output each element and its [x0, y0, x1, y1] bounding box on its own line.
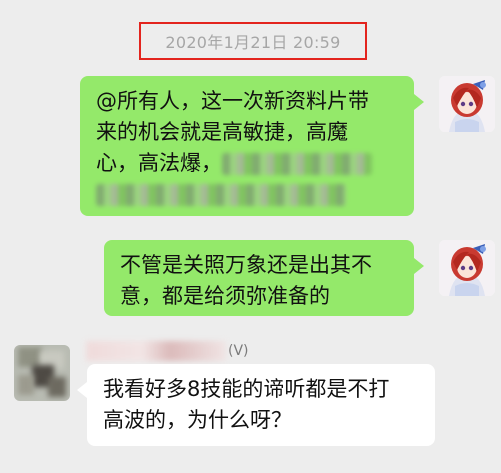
other-avatar[interactable] [14, 345, 70, 401]
message-line: @所有人，这一次新资料片带 [96, 89, 369, 113]
anime-avatar-icon [439, 240, 495, 296]
redacted-sender-name [86, 341, 226, 361]
message-line-text: 心，高法爆， [96, 151, 222, 175]
redacted-line [96, 179, 398, 210]
self-avatar-1[interactable] [439, 76, 495, 132]
message-line: 心，高法爆， [96, 148, 398, 179]
anime-avatar-icon [439, 76, 495, 132]
self-avatar-2[interactable] [439, 240, 495, 296]
message-line: 来的机会就是高敏捷，高魔 [96, 120, 348, 144]
message-bubble-2[interactable]: 不管是关照万象还是出其不 意，都是给须弥准备的 [104, 240, 414, 316]
message-bubble-1[interactable]: @所有人，这一次新资料片带 来的机会就是高敏捷，高魔 心，高法爆， [80, 76, 414, 216]
message-line: 意，都是给须弥准备的 [120, 284, 330, 308]
message-line: 高波的，为什么呀？ [103, 408, 292, 432]
timestamp: 2020年1月21日 20:59 [165, 33, 341, 52]
timestamp-highlight: 2020年1月21日 20:59 [139, 22, 367, 60]
message-bubble-3[interactable]: 我看好多8技能的谛听都是不打 高波的，为什么呀？ [87, 364, 435, 446]
message-line: 不管是关照万象还是出其不 [120, 253, 372, 277]
sender-name-suffix: (V) [228, 343, 249, 359]
redacted-text [96, 184, 346, 206]
redacted-text [222, 153, 372, 175]
bubble-tail [77, 382, 87, 398]
sender-name: (V) [86, 340, 249, 362]
message-line: 我看好多8技能的谛听都是不打 [103, 377, 390, 401]
bubble-tail [414, 94, 424, 110]
bubble-tail [414, 258, 424, 274]
